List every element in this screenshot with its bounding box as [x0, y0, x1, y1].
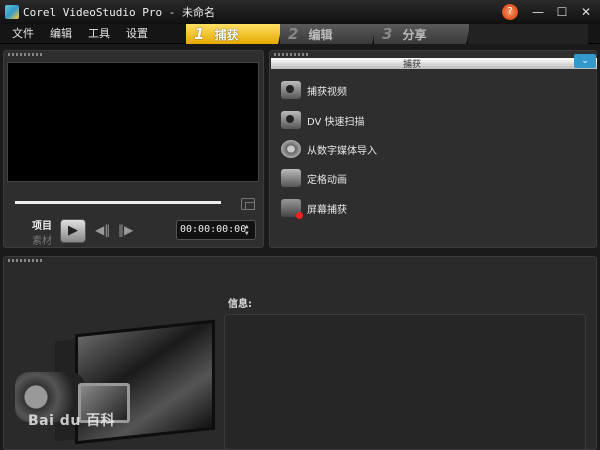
- play-button[interactable]: ▶: [60, 219, 86, 243]
- disc-import-icon: [281, 140, 301, 158]
- app-logo-icon: [5, 5, 19, 19]
- step-label: 分享: [402, 27, 427, 42]
- scrub-bar[interactable]: [15, 201, 221, 204]
- video-camera-icon: [281, 81, 301, 99]
- workflow-steps: 1 捕获 2 编辑 3 分享: [186, 24, 588, 44]
- step-number: 3: [382, 25, 393, 43]
- screen-capture-item[interactable]: 屏幕捕获: [281, 197, 347, 219]
- capture-item-label: 捕获视频: [307, 86, 347, 98]
- menu-settings[interactable]: 设置: [118, 24, 156, 44]
- capture-item-label: 从数字媒体导入: [307, 145, 377, 157]
- capture-video-item[interactable]: 捕获视频: [281, 79, 347, 101]
- stop-motion-icon: [281, 169, 301, 187]
- step-share[interactable]: 3 分享: [374, 24, 470, 44]
- menu-bar: 文件 编辑 工具 设置 1 捕获 2 编辑 3 分享: [0, 24, 600, 44]
- screen-capture-icon: [281, 199, 303, 219]
- step-number: 2: [288, 25, 299, 43]
- info-box: [224, 314, 586, 450]
- step-label: 捕获: [214, 27, 239, 42]
- info-label: 信息:: [228, 299, 252, 310]
- timecode-field[interactable]: 00:00:00:00 ▲ ▼: [176, 220, 256, 240]
- previous-frame-button[interactable]: ◀‖: [95, 223, 110, 237]
- menu-items: 文件 编辑 工具 设置: [4, 24, 156, 44]
- capture-item-label: 屏幕捕获: [307, 204, 347, 216]
- capture-item-label: 定格动画: [307, 174, 347, 186]
- close-button[interactable]: ✕: [576, 3, 596, 21]
- window-title: Corel VideoStudio Pro - 未命名: [23, 6, 215, 19]
- step-edit[interactable]: 2 编辑: [280, 24, 376, 44]
- capture-item-label: DV 快速扫描: [307, 116, 365, 128]
- title-bar: Corel VideoStudio Pro - 未命名 ? — ☐ ✕: [0, 0, 600, 24]
- step-capture[interactable]: 1 捕获: [186, 24, 282, 44]
- window-controls: ? — ☐ ✕: [502, 3, 596, 21]
- watermark: Bai du 百科: [28, 413, 116, 429]
- steps-tail: [468, 24, 588, 44]
- panel-grip[interactable]: [8, 53, 42, 56]
- minimize-button[interactable]: —: [528, 3, 548, 21]
- dv-scan-item[interactable]: DV 快速扫描: [281, 109, 365, 131]
- copy-icon[interactable]: [241, 198, 255, 210]
- timecode-spinner-icon[interactable]: ▲ ▼: [245, 223, 253, 237]
- menu-tools[interactable]: 工具: [80, 24, 118, 44]
- step-label: 编辑: [308, 27, 333, 42]
- menu-edit[interactable]: 编辑: [42, 24, 80, 44]
- timecode-value: 00:00:00:00: [180, 224, 247, 235]
- panel-grip[interactable]: [274, 53, 308, 56]
- step-number: 1: [194, 25, 205, 43]
- mode-clip[interactable]: 素材: [32, 232, 52, 247]
- capture-header: 捕获: [271, 58, 597, 70]
- panel-grip[interactable]: [8, 259, 42, 262]
- collapse-button[interactable]: ⌄: [574, 54, 596, 68]
- preview-screen: [7, 62, 259, 182]
- menu-file[interactable]: 文件: [4, 24, 42, 44]
- maximize-button[interactable]: ☐: [552, 3, 572, 21]
- next-frame-button[interactable]: ‖▶: [118, 223, 133, 237]
- stop-motion-item[interactable]: 定格动画: [281, 167, 347, 189]
- mode-project[interactable]: 项目: [32, 217, 52, 232]
- import-digital-media-item[interactable]: 从数字媒体导入: [281, 138, 377, 160]
- dv-scan-icon: [281, 111, 301, 129]
- help-button[interactable]: ?: [502, 4, 518, 20]
- capture-header-label: 捕获: [403, 60, 422, 70]
